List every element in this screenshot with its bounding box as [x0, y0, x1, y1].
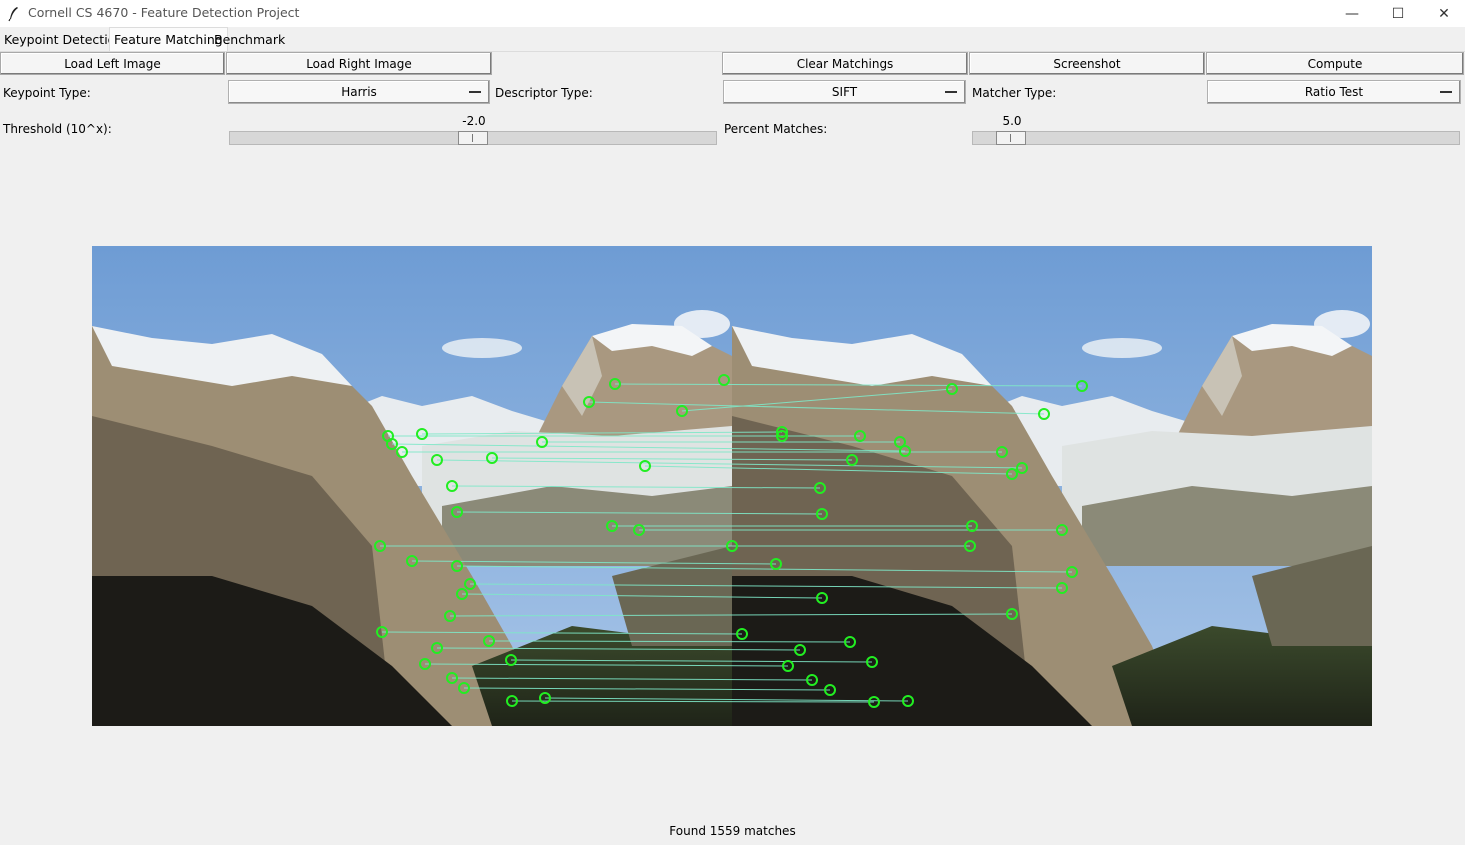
load-left-image-button[interactable]: Load Left Image [0, 52, 225, 75]
clear-matchings-button[interactable]: Clear Matchings [722, 52, 968, 75]
window-title: Cornell CS 4670 - Feature Detection Proj… [28, 5, 300, 20]
percent-matches-value: 5.0 [1002, 114, 1022, 128]
keypoint-type-label: Keypoint Type: [3, 86, 91, 100]
keypoint-type-dropdown[interactable]: Harris [228, 80, 490, 104]
close-button[interactable]: ✕ [1421, 0, 1465, 27]
descriptor-type-label: Descriptor Type: [495, 86, 593, 100]
status-message: Found 1559 matches [669, 824, 796, 838]
descriptor-type-dropdown[interactable]: SIFT [723, 80, 966, 104]
matcher-type-dropdown[interactable]: Ratio Test [1207, 80, 1461, 104]
dropdown-indicator-icon [945, 91, 957, 93]
matcher-type-value: Ratio Test [1304, 85, 1364, 99]
descriptor-type-value: SIFT [831, 85, 858, 99]
dropdown-indicator-icon [469, 91, 481, 93]
percent-matches-slider-handle[interactable] [996, 131, 1026, 145]
compute-button[interactable]: Compute [1206, 52, 1464, 75]
load-right-image-button[interactable]: Load Right Image [226, 52, 492, 75]
tab-benchmark[interactable]: Benchmark [210, 30, 289, 50]
threshold-value: -2.0 [462, 114, 486, 128]
maximize-button[interactable]: ☐ [1375, 0, 1421, 27]
threshold-slider[interactable] [229, 131, 717, 145]
threshold-slider-handle[interactable] [458, 131, 488, 145]
minimize-button[interactable]: — [1329, 0, 1375, 27]
screenshot-button[interactable]: Screenshot [969, 52, 1205, 75]
percent-matches-label: Percent Matches: [724, 122, 828, 136]
feature-matches-image [92, 246, 1372, 726]
feather-icon [8, 7, 18, 22]
threshold-label: Threshold (10^x): [3, 122, 112, 136]
keypoint-type-value: Harris [341, 85, 377, 99]
title-bar: Cornell CS 4670 - Feature Detection Proj… [0, 0, 1465, 27]
tab-bar: Keypoint Detection Feature Matching Benc… [0, 27, 1465, 52]
percent-matches-slider[interactable] [972, 131, 1460, 145]
matcher-type-label: Matcher Type: [972, 86, 1057, 100]
dropdown-indicator-icon [1440, 91, 1452, 93]
